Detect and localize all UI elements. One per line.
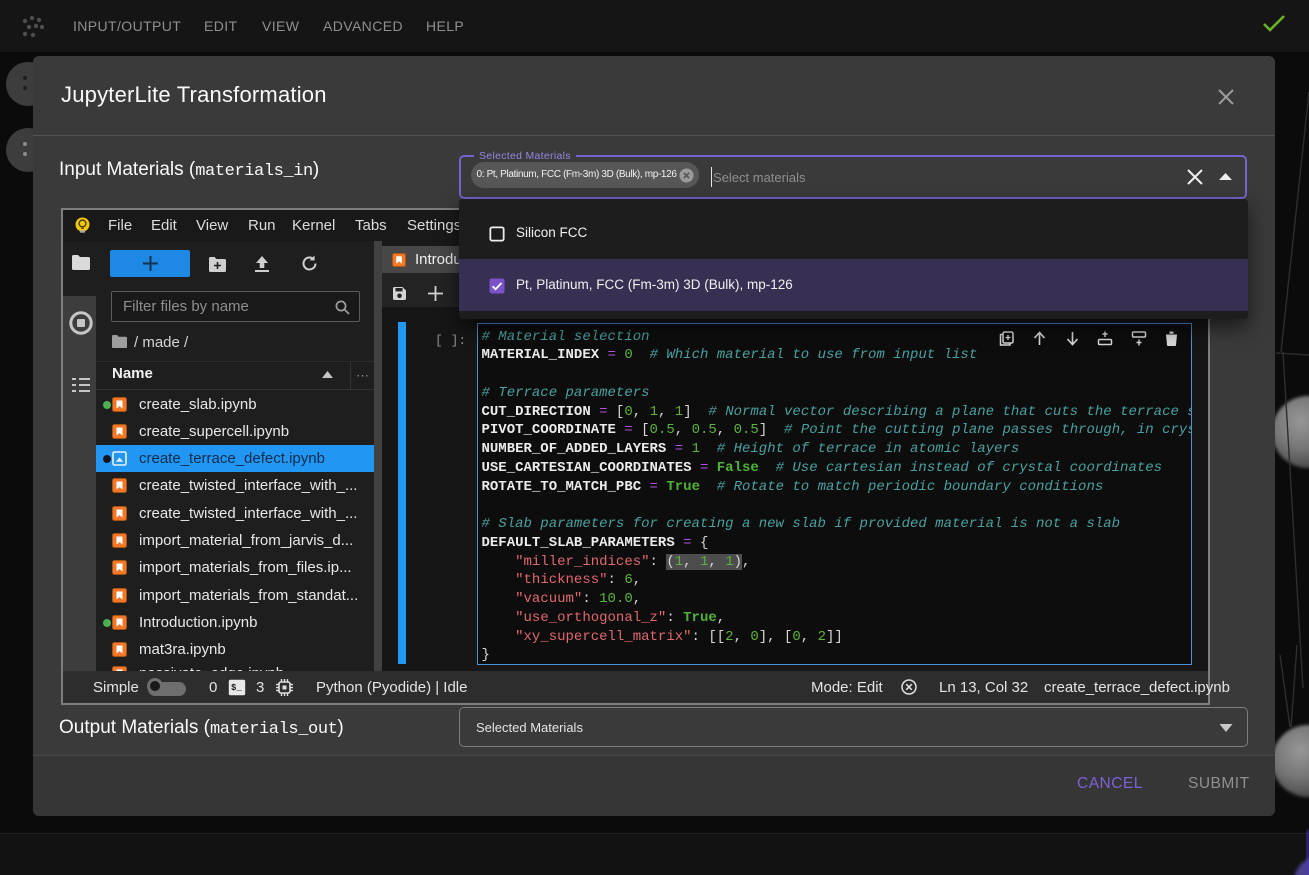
svg-text:$_: $_ — [231, 683, 242, 693]
